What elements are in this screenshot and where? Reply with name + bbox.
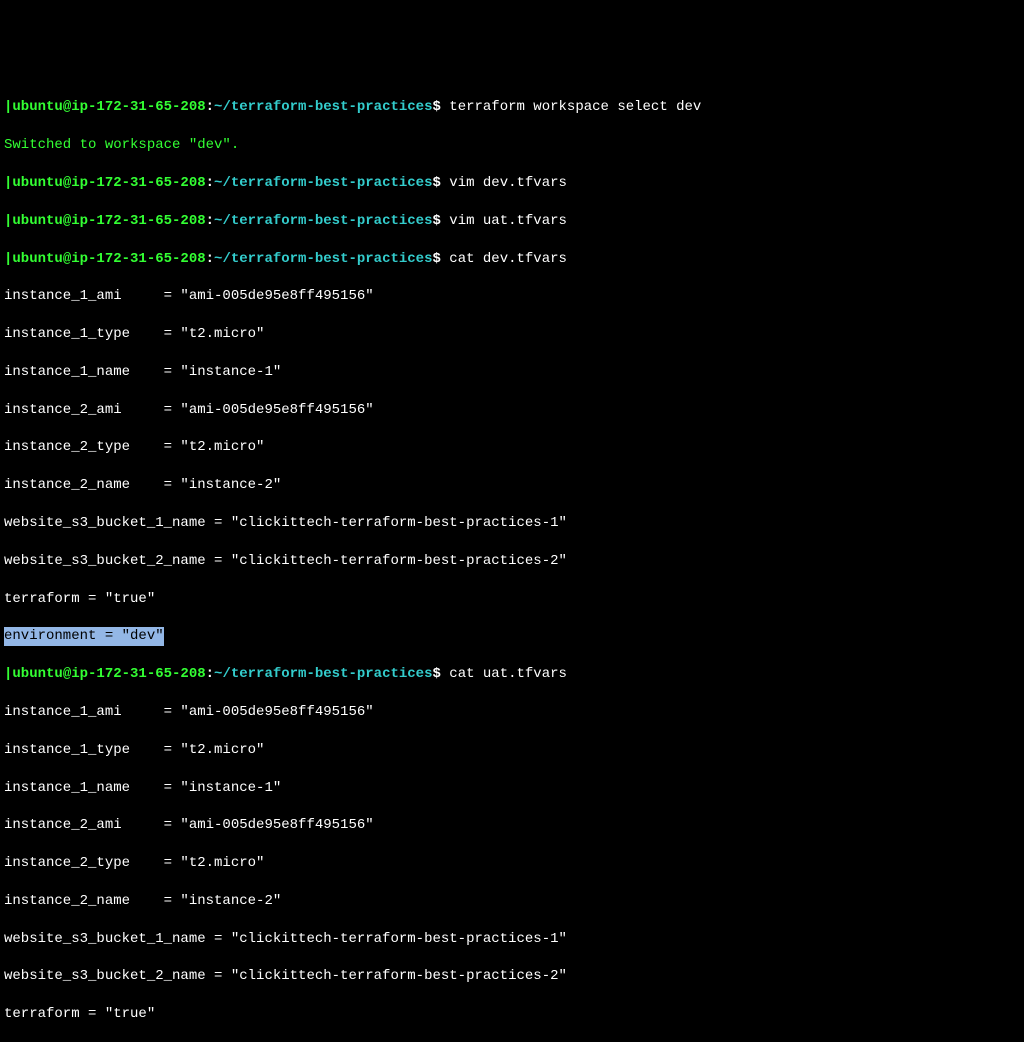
- tfvars-line: terraform = "true": [4, 590, 1020, 609]
- user-host: ubuntu@ip-172-31-65-208: [12, 213, 205, 229]
- tfvars-line: instance_2_name = "instance-2": [4, 892, 1020, 911]
- user-host: ubuntu@ip-172-31-65-208: [12, 99, 205, 115]
- colon: :: [206, 251, 214, 267]
- tfvars-line: website_s3_bucket_1_name = "clickittech-…: [4, 930, 1020, 949]
- cwd: ~/terraform-best-practices: [214, 666, 432, 682]
- tfvars-line: instance_2_name = "instance-2": [4, 476, 1020, 495]
- user-host: ubuntu@ip-172-31-65-208: [12, 175, 205, 191]
- colon: :: [206, 175, 214, 191]
- tfvars-line: instance_1_name = "instance-1": [4, 363, 1020, 382]
- prompt-line: |ubuntu@ip-172-31-65-208:~/terraform-bes…: [4, 98, 1020, 117]
- tfvars-line: instance_2_ami = "ami-005de95e8ff495156": [4, 401, 1020, 420]
- command-text: cat dev.tfvars: [449, 251, 567, 267]
- command-text: vim dev.tfvars: [449, 175, 567, 191]
- prompt-line: |ubuntu@ip-172-31-65-208:~/terraform-bes…: [4, 212, 1020, 231]
- user-host: ubuntu@ip-172-31-65-208: [12, 666, 205, 682]
- tfvars-line: website_s3_bucket_1_name = "clickittech-…: [4, 514, 1020, 533]
- dollar: $: [432, 175, 440, 191]
- user-host: ubuntu@ip-172-31-65-208: [12, 251, 205, 267]
- dollar: $: [432, 251, 440, 267]
- command-text: cat uat.tfvars: [449, 666, 567, 682]
- tfvars-line: website_s3_bucket_2_name = "clickittech-…: [4, 967, 1020, 986]
- tfvars-line: instance_1_name = "instance-1": [4, 779, 1020, 798]
- tfvars-line: instance_1_type = "t2.micro": [4, 325, 1020, 344]
- terminal[interactable]: |ubuntu@ip-172-31-65-208:~/terraform-bes…: [4, 80, 1020, 1042]
- dollar: $: [432, 213, 440, 229]
- tfvars-line: website_s3_bucket_2_name = "clickittech-…: [4, 552, 1020, 571]
- output-switched: Switched to workspace "dev".: [4, 136, 1020, 155]
- tfvars-line: instance_2_type = "t2.micro": [4, 854, 1020, 873]
- tfvars-line: instance_1_ami = "ami-005de95e8ff495156": [4, 703, 1020, 722]
- dollar: $: [432, 666, 440, 682]
- cwd: ~/terraform-best-practices: [214, 175, 432, 191]
- command-text: vim uat.tfvars: [449, 213, 567, 229]
- tfvars-line: instance_2_ami = "ami-005de95e8ff495156": [4, 816, 1020, 835]
- prompt-line: |ubuntu@ip-172-31-65-208:~/terraform-bes…: [4, 174, 1020, 193]
- tfvars-line: instance_2_type = "t2.micro": [4, 438, 1020, 457]
- prompt-line: |ubuntu@ip-172-31-65-208:~/terraform-bes…: [4, 665, 1020, 684]
- cwd: ~/terraform-best-practices: [214, 213, 432, 229]
- tfvars-line: instance_1_type = "t2.micro": [4, 741, 1020, 760]
- colon: :: [206, 99, 214, 115]
- colon: :: [206, 213, 214, 229]
- tfvars-line: instance_1_ami = "ami-005de95e8ff495156": [4, 287, 1020, 306]
- prompt-line: |ubuntu@ip-172-31-65-208:~/terraform-bes…: [4, 250, 1020, 269]
- cwd: ~/terraform-best-practices: [214, 251, 432, 267]
- tfvars-line-highlighted: environment = "dev": [4, 627, 1020, 646]
- selection-highlight: environment = "dev": [4, 627, 164, 646]
- tfvars-line: terraform = "true": [4, 1005, 1020, 1024]
- bracket: |: [4, 666, 12, 682]
- dollar: $: [432, 99, 440, 115]
- command-text: terraform workspace select dev: [449, 99, 701, 115]
- colon: :: [206, 666, 214, 682]
- cwd: ~/terraform-best-practices: [214, 99, 432, 115]
